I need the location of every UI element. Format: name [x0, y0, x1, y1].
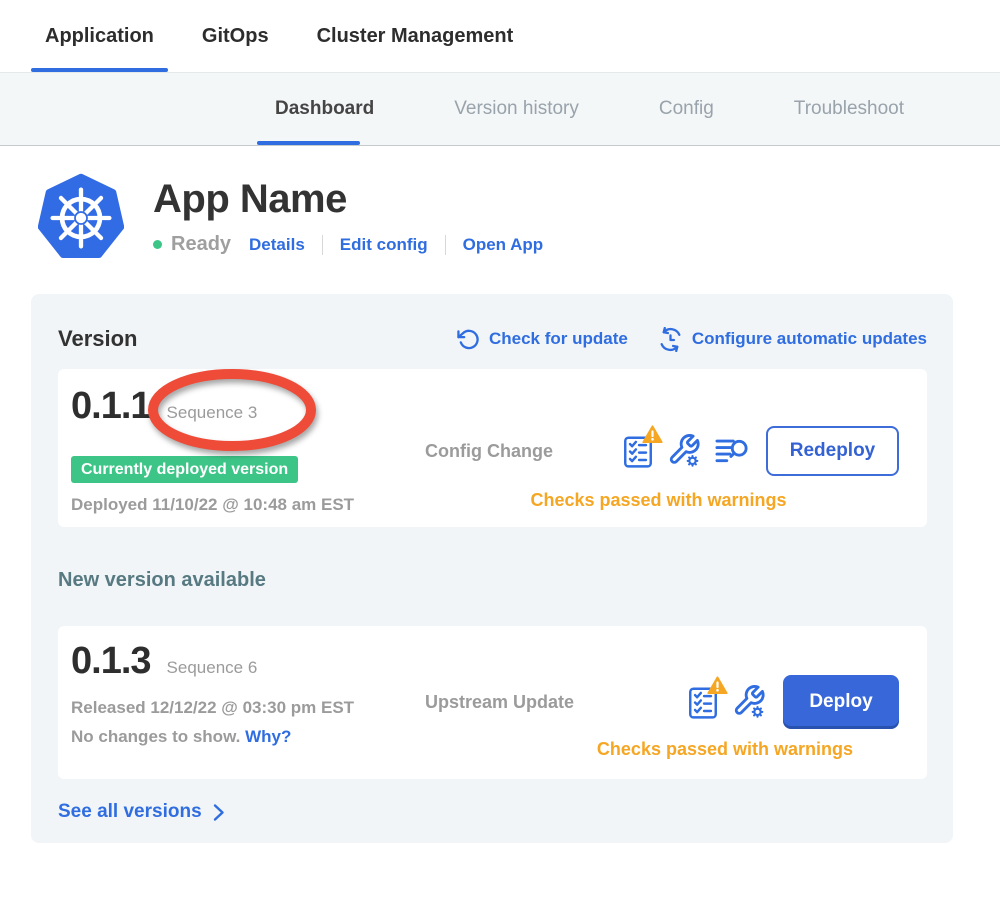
why-link[interactable]: Why?	[245, 727, 291, 746]
version-source-label: Upstream Update	[425, 692, 574, 713]
kubernetes-logo-icon	[38, 173, 124, 263]
version-heading: Version	[58, 326, 137, 352]
current-version-row: 0.1.1 Sequence 3 Currently deployed vers…	[58, 369, 927, 527]
version-source-label: Config Change	[425, 441, 553, 462]
current-version-line: 0.1.1 Sequence 3	[71, 383, 418, 436]
current-version-number: 0.1.1	[71, 383, 151, 429]
check-for-update-link[interactable]: Check for update	[457, 328, 628, 351]
app-info: App Name Ready Details Edit config Open …	[153, 173, 543, 256]
available-version-action-row: Upstream Update	[418, 675, 899, 729]
available-version-line: 0.1.3 Sequence 6	[71, 640, 418, 689]
currently-deployed-badge: Currently deployed version	[71, 456, 298, 483]
subtab-troubleshoot[interactable]: Troubleshoot	[782, 73, 916, 145]
details-link[interactable]: Details	[249, 235, 305, 255]
see-all-versions-link[interactable]: See all versions	[58, 801, 927, 823]
open-app-link[interactable]: Open App	[463, 235, 544, 255]
current-sequence-label: Sequence 3	[167, 390, 258, 436]
tab-gitops[interactable]: GitOps	[188, 25, 283, 72]
subtab-config[interactable]: Config	[647, 73, 726, 145]
edit-config-link[interactable]: Edit config	[340, 235, 428, 255]
subtab-dashboard[interactable]: Dashboard	[263, 73, 386, 145]
available-version-icons	[688, 685, 766, 719]
config-wrench-icon[interactable]	[732, 685, 766, 719]
configure-automatic-updates-link[interactable]: Configure automatic updates	[658, 327, 927, 352]
top-nav: Application GitOps Cluster Management	[0, 0, 1000, 72]
auto-update-clock-icon	[658, 327, 683, 352]
deployed-timestamp: Deployed 11/10/22 @ 10:48 am EST	[71, 495, 418, 515]
preflight-checks-icon[interactable]	[688, 685, 718, 719]
version-card: Version Check for update	[31, 294, 953, 843]
divider	[445, 235, 446, 255]
available-version-info: 0.1.3 Sequence 6 Released 12/12/22 @ 03:…	[71, 640, 418, 767]
released-timestamp: Released 12/12/22 @ 03:30 pm EST	[71, 698, 418, 718]
current-version-actions: Config Change	[418, 383, 899, 515]
version-card-header: Version Check for update	[58, 326, 927, 352]
new-version-heading: New version available	[58, 569, 927, 592]
preflight-status-text: Checks passed with warnings	[418, 489, 899, 511]
status-label: Ready	[171, 233, 231, 256]
no-changes-line: No changes to show. Why?	[71, 727, 418, 747]
tab-application[interactable]: Application	[31, 25, 168, 72]
divider	[322, 235, 323, 255]
refresh-icon	[457, 328, 480, 351]
warning-triangle-icon	[707, 676, 728, 695]
current-version-action-row: Config Change	[418, 426, 899, 476]
app-header: App Name Ready Details Edit config Open …	[38, 173, 1000, 263]
warning-triangle-icon	[642, 425, 663, 444]
preflight-checks-icon[interactable]	[623, 434, 653, 468]
subtab-version-history[interactable]: Version history	[442, 73, 591, 145]
app-sub-nav: Dashboard Version history Config Trouble…	[0, 72, 1000, 146]
available-version-row: 0.1.3 Sequence 6 Released 12/12/22 @ 03:…	[58, 626, 927, 779]
view-diff-icon[interactable]	[715, 437, 749, 466]
status-dot	[153, 240, 162, 249]
preflight-status-text: Checks passed with warnings	[418, 738, 899, 760]
page-title: App Name	[153, 177, 543, 222]
chevron-right-icon	[213, 803, 225, 822]
current-version-info: 0.1.1 Sequence 3 Currently deployed vers…	[71, 383, 418, 515]
redeploy-button[interactable]: Redeploy	[766, 426, 899, 476]
available-version-actions: Upstream Update	[418, 640, 899, 767]
version-actions: Check for update Configure automatic upd…	[457, 327, 927, 352]
app-status-row: Ready Details Edit config Open App	[153, 233, 543, 256]
deploy-button[interactable]: Deploy	[783, 675, 899, 729]
available-version-number: 0.1.3	[71, 640, 151, 682]
config-wrench-icon[interactable]	[667, 434, 701, 468]
available-sequence-label: Sequence 6	[167, 647, 258, 689]
current-version-icons	[623, 434, 749, 468]
tab-cluster-management[interactable]: Cluster Management	[303, 25, 528, 72]
